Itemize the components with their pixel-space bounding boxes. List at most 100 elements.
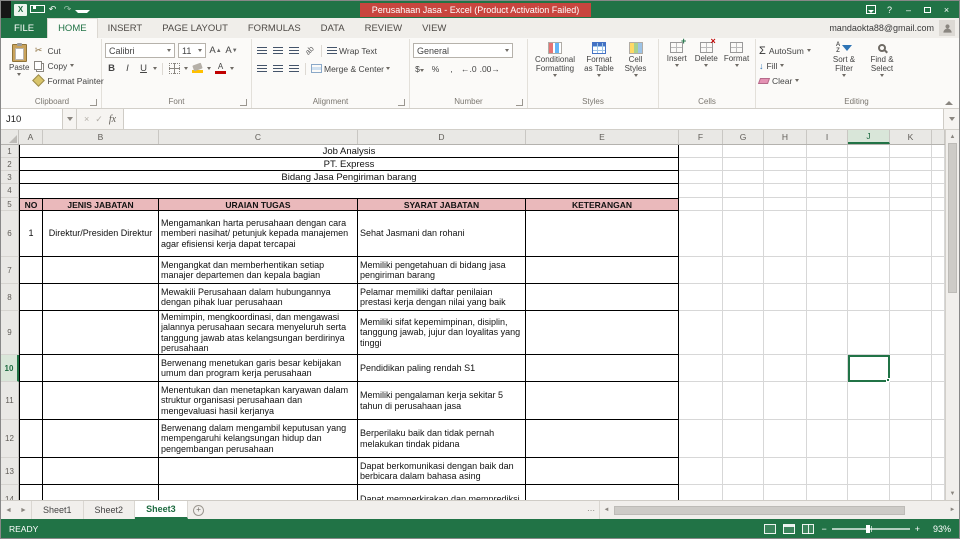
row-header-13[interactable]: 13 [1,458,19,485]
scroll-down-icon[interactable]: ▼ [946,487,959,500]
cell[interactable] [723,198,764,211]
cell-no[interactable] [19,257,43,284]
help-button[interactable]: ? [880,2,899,17]
paste-button[interactable]: Paste [6,40,32,76]
cell[interactable] [723,257,764,284]
cell[interactable] [932,382,945,420]
cell[interactable] [723,284,764,311]
cell[interactable] [807,145,848,158]
formula-input[interactable] [124,109,944,129]
tab-view[interactable]: VIEW [412,18,456,38]
restore-button[interactable] [918,2,937,17]
orientation-button[interactable]: ab [303,44,316,58]
ribbon-display-options-button[interactable] [861,2,880,17]
cell-jabatan[interactable] [43,284,159,311]
cell[interactable] [932,145,945,158]
cell[interactable] [807,382,848,420]
cell[interactable] [932,211,945,257]
cell-syarat[interactable]: Memiliki pengetahuan di bidang jasa peng… [358,257,526,284]
cell-keterangan[interactable] [526,485,679,500]
number-dialog-launcher-icon[interactable] [516,99,523,106]
cell-syarat[interactable]: Pelamar memiliki daftar penilaian presta… [358,284,526,311]
header-cell-jenis-jabatan[interactable]: JENIS JABATAN [43,198,159,211]
cell-tugas[interactable]: Memimpin, mengkoordinasi, dan mengawasi … [159,311,358,355]
cell[interactable] [764,158,807,171]
cancel-icon[interactable]: × [84,114,89,124]
cell[interactable] [679,458,723,485]
cell-jabatan[interactable] [43,420,159,458]
cell[interactable] [764,355,807,382]
wrap-text-button[interactable]: Wrap Text [327,43,377,58]
cell-keterangan[interactable] [526,284,679,311]
cell[interactable] [890,311,932,355]
font-size-select[interactable]: 11 [178,43,206,58]
row-header-2[interactable]: 2 [1,158,19,171]
cell[interactable] [890,171,932,184]
cell[interactable] [848,257,890,284]
sheet-tab-sheet3[interactable]: Sheet3 [135,501,188,519]
cell[interactable] [807,257,848,284]
fill-handle[interactable] [886,378,890,382]
format-painter-button[interactable]: Format Painter [32,73,104,88]
font-name-select[interactable]: Calibri [105,43,175,58]
cell[interactable] [723,158,764,171]
cell-tugas[interactable]: Berwenang menetukan garis besar kebijaka… [159,355,358,382]
row-header-9[interactable]: 9 [1,311,19,355]
cell-tugas[interactable] [159,458,358,485]
underline-button[interactable]: U [137,62,150,76]
row-header-10[interactable]: 10 [1,355,19,382]
row-header-8[interactable]: 8 [1,284,19,311]
cell[interactable] [848,198,890,211]
cell-tugas[interactable]: Mewakili Perusahaan dalam hubungannya de… [159,284,358,311]
page-break-view-button[interactable] [802,523,815,534]
cell-keterangan[interactable] [526,211,679,257]
collapse-ribbon-icon[interactable] [945,101,953,105]
format-as-table-button[interactable]: Format as Table [579,40,619,77]
cell[interactable] [890,420,932,458]
clear-button[interactable]: Clear [757,73,825,88]
cell-title-job-analysis[interactable]: Job Analysis [19,145,679,158]
cell[interactable] [723,355,764,382]
zoom-slider[interactable] [831,524,910,533]
cell-tugas[interactable]: Mengangkat dan memberhentikan setiap man… [159,257,358,284]
cell[interactable] [848,420,890,458]
cell-syarat[interactable]: Sehat Jasmani dan rohani [358,211,526,257]
cell[interactable] [679,257,723,284]
cell[interactable] [764,311,807,355]
cell[interactable] [932,171,945,184]
sort-filter-button[interactable]: AZ Sort & Filter [825,40,863,77]
cell[interactable] [848,211,890,257]
cell-syarat[interactable]: Pendidikan paling rendah S1 [358,355,526,382]
cell[interactable] [848,158,890,171]
sheet-nav-right-icon[interactable]: ► [16,501,31,519]
cell[interactable] [890,198,932,211]
cell[interactable] [848,145,890,158]
name-box[interactable]: J10 [1,109,63,129]
cell[interactable] [807,184,848,198]
bold-button[interactable]: B [105,62,118,76]
cell[interactable] [723,171,764,184]
cell[interactable] [764,458,807,485]
cell[interactable] [807,171,848,184]
cell[interactable] [807,211,848,257]
cell[interactable] [890,355,932,382]
cell[interactable] [932,198,945,211]
sheet-tab-sheet2[interactable]: Sheet2 [84,501,136,519]
format-cells-button[interactable]: Format [721,40,752,67]
cell-syarat[interactable]: Memiliki sifat kepemimpinan, disiplin, t… [358,311,526,355]
column-header-G[interactable]: G [723,130,764,144]
column-header-A[interactable]: A [19,130,43,144]
cell[interactable] [890,211,932,257]
merge-center-button[interactable]: Merge & Center [311,61,390,76]
cell[interactable] [679,382,723,420]
copy-button[interactable]: Copy [32,58,103,73]
increase-decimal-button[interactable]: ←.0 [461,64,477,74]
header-cell-syarat-jabatan[interactable]: SYARAT JABATAN [358,198,526,211]
cell[interactable] [807,311,848,355]
cell-tugas[interactable]: Berwenang dalam mengambil keputusan yang… [159,420,358,458]
cell[interactable] [764,211,807,257]
cell[interactable] [723,485,764,500]
row-header-7[interactable]: 7 [1,257,19,284]
cell[interactable] [890,485,932,500]
column-header-F[interactable]: F [679,130,723,144]
